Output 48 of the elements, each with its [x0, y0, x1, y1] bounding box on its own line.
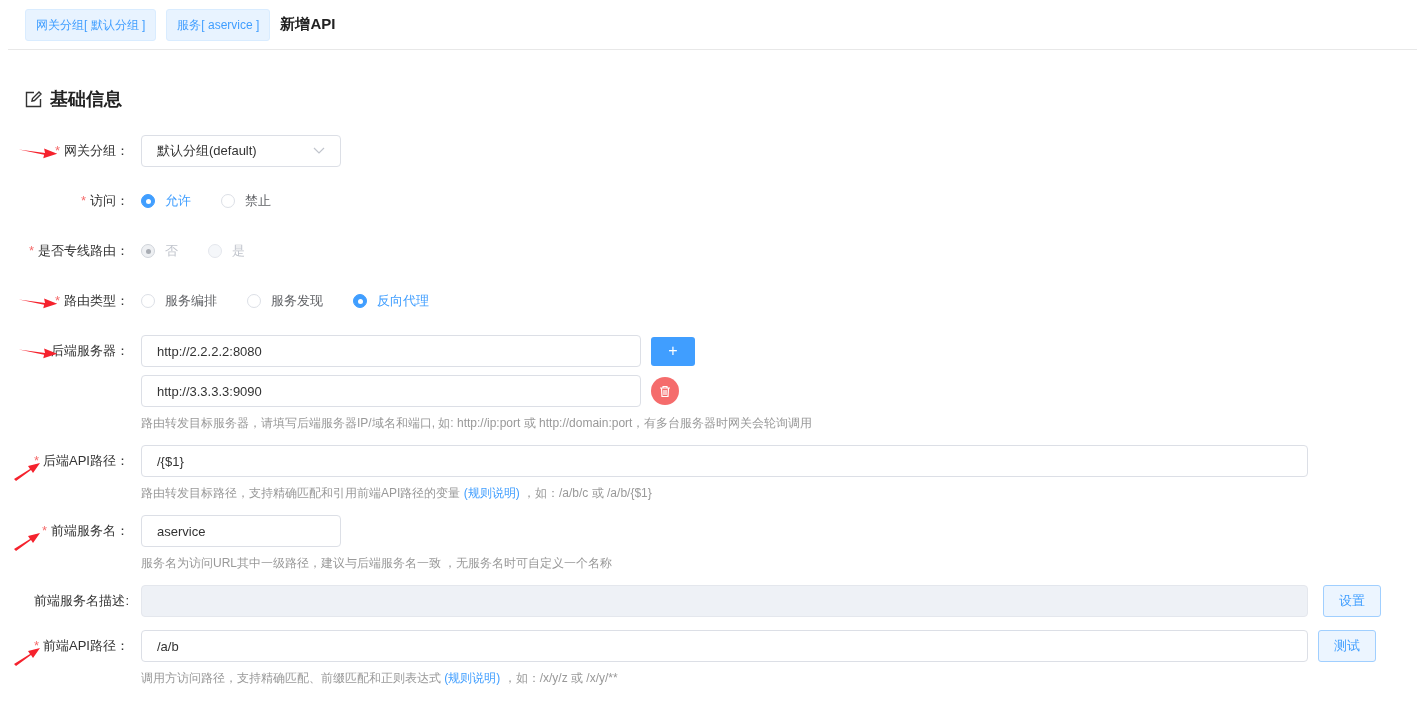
required-asterisk: * [33, 637, 40, 656]
field-label: 前端服务名： [51, 522, 129, 541]
field-hint-example: ，如：/a/b/c 或 /a/b/{$1} [522, 485, 652, 501]
field-hint: 路由转发目标服务器，请填写后端服务器IP/域名和端口, 如: http://ip:port 或 http://domain:port，有多台服务器时网关会轮询调用 [141, 415, 813, 431]
rules-link[interactable]: (规则说明) [463, 485, 520, 501]
field-label: 网关分组： [64, 142, 129, 161]
field-label: 前端服务名描述: [34, 592, 129, 611]
field-label: 是否专线路由： [38, 242, 129, 261]
group-select[interactable]: 默认分组(default) [141, 135, 341, 167]
page-title: 新增API [280, 14, 336, 35]
delete-server-button[interactable] [651, 377, 679, 405]
breadcrumb-tag[interactable]: 服务[ aservice ] [166, 8, 271, 41]
required-asterisk: * [33, 452, 40, 471]
action-button[interactable]: 测试 [1318, 630, 1376, 662]
server-url-field[interactable]: http://3.3.3.3:9090 [141, 375, 641, 407]
required-asterisk: * [80, 192, 86, 211]
field-label: 后端API路径： [43, 452, 129, 471]
field-hint: 调用方访问路径，支持精确匹配、前缀匹配和正则表达式 [141, 670, 442, 686]
annotation-arrow-icon [14, 648, 40, 666]
field-hint: 路由转发目标路径，支持精确匹配和引用前端API路径的变量 [141, 485, 462, 501]
radio-option[interactable]: 禁止 [221, 191, 271, 211]
field-label: 访问： [90, 192, 129, 211]
chevron-down-icon [313, 147, 325, 155]
annotation-arrow-icon [14, 533, 40, 551]
required-asterisk: * [54, 292, 60, 311]
text-field[interactable]: /{$1} [141, 445, 1308, 477]
radio-option[interactable]: 反向代理 [353, 291, 429, 311]
required-asterisk: * [41, 522, 47, 541]
radio-option[interactable]: 服务发现 [247, 291, 323, 311]
rules-link[interactable]: (规则说明) [444, 670, 501, 686]
required-asterisk: * [28, 242, 34, 261]
text-field[interactable]: /a/b [141, 630, 1308, 662]
field-label: 前端API路径： [43, 637, 129, 656]
section-title: 基础信息 [50, 88, 122, 111]
breadcrumb-tag[interactable]: 网关分组[ 默认分组 ] [25, 8, 157, 41]
field-hint: 服务名为访问URL其中一级路径，建议与后端服务名一致 ，无服务名时可自定义一个名称 [141, 555, 613, 571]
edit-icon [25, 91, 42, 108]
required-asterisk: * [54, 142, 60, 161]
server-url-field[interactable]: http://2.2.2.2:8080 [141, 335, 641, 367]
text-field[interactable]: aservice [141, 515, 341, 547]
radio-option[interactable]: 允许 [141, 191, 191, 211]
trash-icon [660, 385, 670, 397]
field-hint-example: ，如：/x/y/z 或 /x/y/** [502, 670, 618, 686]
field-label: 后端服务器： [51, 342, 129, 361]
annotation-arrow-icon [14, 463, 40, 481]
add-server-button[interactable]: + [651, 336, 695, 366]
field-label: 路由类型： [64, 292, 129, 311]
radio-option[interactable]: 服务编排 [141, 291, 217, 311]
